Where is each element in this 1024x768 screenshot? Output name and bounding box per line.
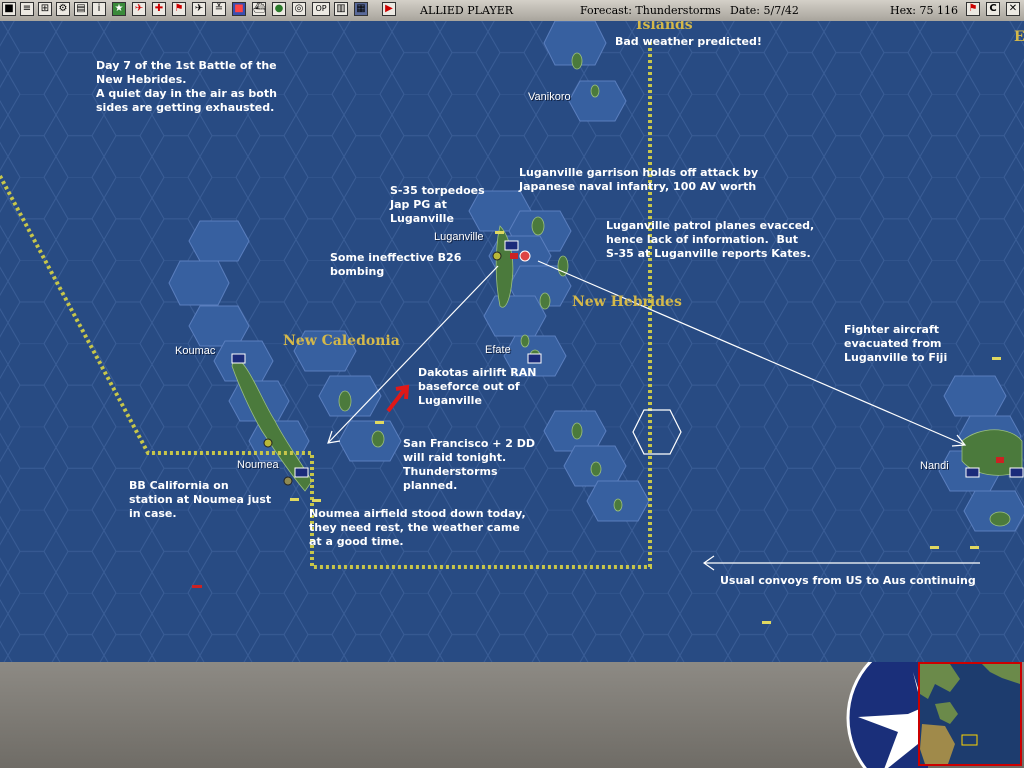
land-icon[interactable]: ■ bbox=[232, 2, 246, 16]
ship-icon[interactable]: ✚ bbox=[152, 2, 166, 16]
place-luganville[interactable]: Luganville bbox=[434, 231, 484, 243]
zoom-icon[interactable]: ⊞ bbox=[38, 2, 52, 16]
airbase-icon[interactable]: ✈ bbox=[192, 2, 206, 16]
flag-icon[interactable]: ⚑ bbox=[172, 2, 186, 16]
note-day-summary: Day 7 of the 1st Battle of the New Hebri… bbox=[96, 59, 277, 114]
scenario-icon[interactable]: ◎ bbox=[292, 2, 306, 16]
note-b26: Some ineffective B26 bombing bbox=[330, 251, 462, 278]
options-icon[interactable]: OP bbox=[312, 2, 330, 16]
note-weather: Bad weather predicted! bbox=[615, 35, 762, 48]
ship-list-icon[interactable]: ⛴ bbox=[252, 2, 266, 16]
place-vanikoro[interactable]: Vanikoro bbox=[528, 91, 571, 103]
region-label-new-hebrides: New Hebrides bbox=[572, 294, 682, 310]
place-koumac[interactable]: Koumac bbox=[175, 345, 215, 357]
note-garrison: Luganville garrison holds off attack by … bbox=[519, 166, 759, 193]
place-efate[interactable]: Efate bbox=[485, 344, 511, 356]
pin-icon[interactable]: ⚑ bbox=[966, 2, 980, 16]
note-dakotas: Dakotas airlift RAN baseforce out of Lug… bbox=[418, 366, 537, 407]
note-convoys: Usual convoys from US to Aus continuing bbox=[720, 574, 976, 587]
status-panel bbox=[0, 662, 1024, 768]
split-icon[interactable]: ≚ bbox=[212, 2, 226, 16]
sound-icon[interactable]: ▥ bbox=[334, 2, 348, 16]
note-noumea-airfield: Noumea airfield stood down today, they n… bbox=[309, 507, 526, 548]
info-icon[interactable]: ≡ bbox=[20, 2, 34, 16]
note-san-francisco: San Francisco + 2 DD will raid tonight. … bbox=[403, 437, 536, 492]
close-icon[interactable]: ✕ bbox=[1006, 2, 1020, 16]
toolbar: ■ ≡ ⊞ ⚙ ▤ i ★ ✈ ✚ ⚑ ✈ ≚ ■ ⛴ ● ◎ OP ▥ ▦ ▶… bbox=[0, 0, 1024, 22]
region-label-islands: Islands bbox=[636, 21, 693, 33]
weather-icon[interactable]: ▦ bbox=[354, 2, 368, 16]
c-button[interactable]: C bbox=[986, 2, 1000, 16]
place-noumea[interactable]: Noumea bbox=[237, 459, 279, 471]
side-label: ALLIED PLAYER bbox=[420, 4, 514, 17]
hex-label: Hex: 75 116 bbox=[890, 4, 958, 17]
game-map[interactable]: Islands New Caledonia New Hebrides E Van… bbox=[0, 21, 1024, 662]
report-icon[interactable]: ▤ bbox=[74, 2, 88, 16]
date-label: Date: 5/7/42 bbox=[730, 4, 799, 17]
minimap-canvas bbox=[920, 664, 1020, 764]
note-s35: S-35 torpedoes Jap PG at Luganville bbox=[390, 184, 485, 225]
minimap[interactable] bbox=[918, 662, 1022, 766]
region-label-new-caledonia: New Caledonia bbox=[283, 333, 400, 349]
note-fighter: Fighter aircraft evacuated from Luganvil… bbox=[844, 323, 948, 364]
note-california: BB California on station at Noumea just … bbox=[129, 479, 272, 520]
advance-icon[interactable]: ★ bbox=[112, 2, 126, 16]
allied-star-icon bbox=[846, 662, 928, 768]
region-label-edge: E bbox=[1014, 29, 1024, 45]
place-nandi[interactable]: Nandi bbox=[920, 460, 949, 472]
plane-icon[interactable]: ✈ bbox=[132, 2, 146, 16]
tools-icon[interactable]: ⚙ bbox=[56, 2, 70, 16]
stop-icon[interactable]: ■ bbox=[2, 2, 16, 16]
globe-icon[interactable]: ● bbox=[272, 2, 286, 16]
info-i-icon[interactable]: i bbox=[92, 2, 106, 16]
forecast-label: Forecast: Thunderstorms bbox=[580, 4, 721, 17]
note-patrol: Luganville patrol planes evacced, hence … bbox=[606, 219, 815, 260]
play-icon[interactable]: ▶ bbox=[382, 2, 396, 16]
